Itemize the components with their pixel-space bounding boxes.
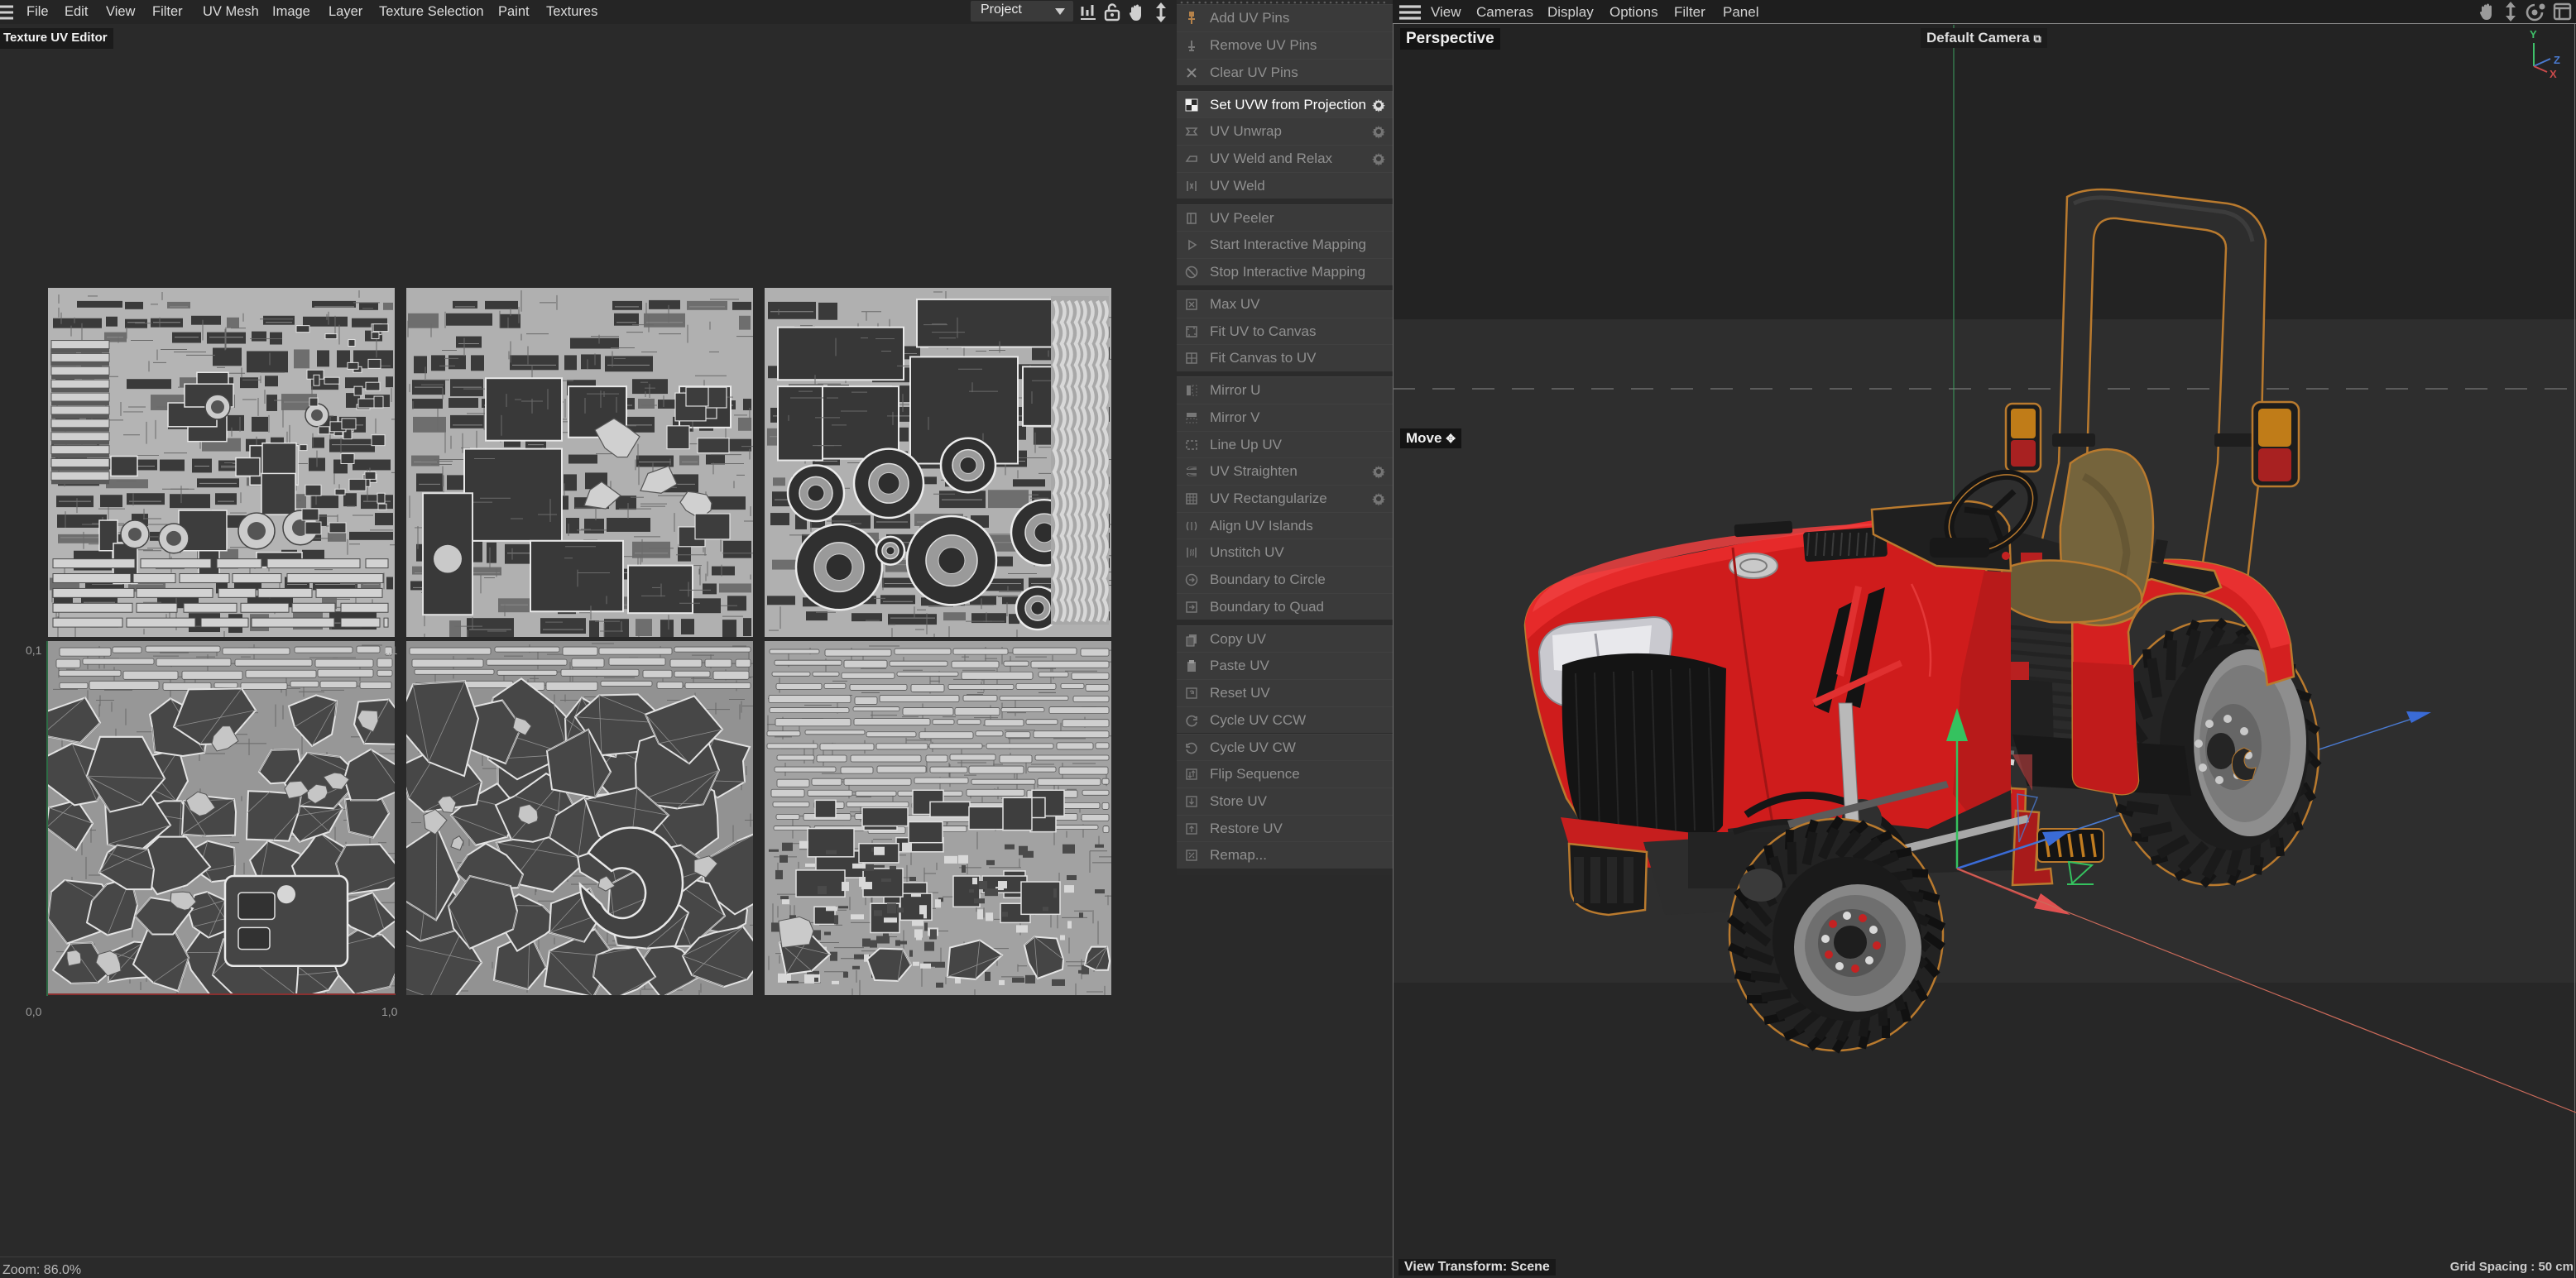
svg-text:Z: Z — [2554, 54, 2560, 66]
svg-text:Y: Y — [2530, 28, 2537, 41]
svg-text:X: X — [2550, 68, 2557, 80]
